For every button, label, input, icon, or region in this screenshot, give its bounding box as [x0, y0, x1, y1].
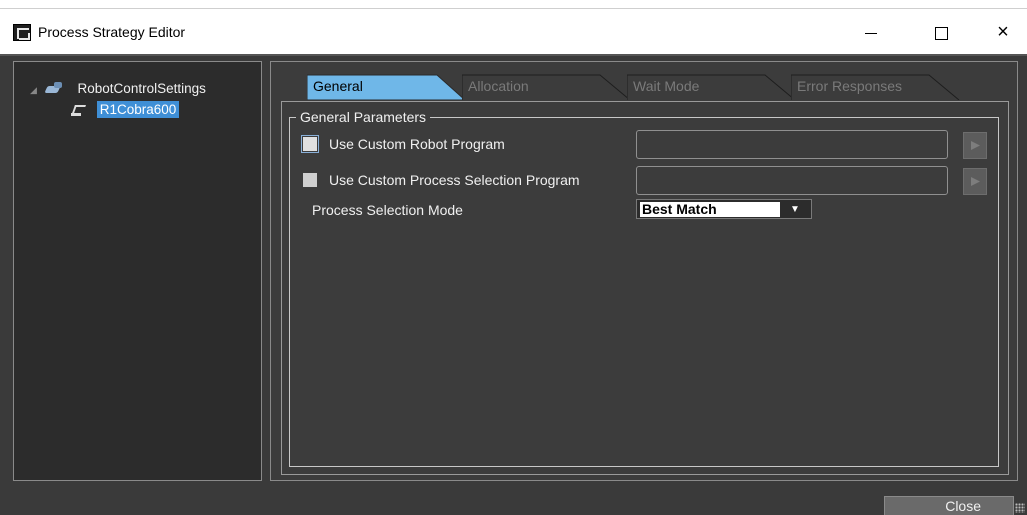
custom-process-selection-field[interactable]	[636, 166, 948, 195]
close-icon: ×	[997, 21, 1009, 43]
tab-error-responses[interactable]: Error Responses	[791, 74, 963, 100]
title-bar: Process Strategy Editor ×	[0, 8, 1027, 54]
custom-robot-program-row[interactable]: Use Custom Robot Program	[301, 135, 505, 153]
tab-label: Wait Mode	[633, 78, 700, 94]
resize-grip-icon[interactable]	[1015, 503, 1025, 513]
browse-robot-program-button[interactable]	[963, 132, 987, 159]
window-close-button[interactable]: ×	[980, 17, 1026, 47]
tab-content-general: General Parameters Use Custom Robot Prog…	[281, 101, 1009, 475]
gear-icon	[46, 82, 64, 94]
app-icon	[13, 24, 31, 41]
select-value: Best Match	[640, 202, 780, 217]
checkbox-label: Use Custom Robot Program	[329, 136, 505, 152]
custom-robot-program-field[interactable]	[636, 130, 948, 159]
tree-item-label: R1Cobra600	[96, 101, 180, 118]
process-selection-mode-label: Process Selection Mode	[312, 202, 463, 218]
editor-panel: General Allocation Wait Mode Error Respo…	[270, 61, 1018, 481]
custom-process-selection-checkbox[interactable]	[303, 173, 317, 187]
general-parameters-group: General Parameters Use Custom Robot Prog…	[289, 109, 999, 467]
tab-strip: General Allocation Wait Mode Error Respo…	[307, 74, 987, 100]
tree-item-robot-control-settings[interactable]: ◢ RobotControlSettings	[30, 81, 206, 96]
tree-item-label: RobotControlSettings	[77, 81, 206, 96]
maximize-button[interactable]	[918, 17, 964, 47]
tab-wait-mode[interactable]: Wait Mode	[627, 74, 799, 100]
close-button[interactable]: Close	[884, 496, 1014, 515]
tab-allocation[interactable]: Allocation	[462, 74, 634, 100]
tab-label: Error Responses	[797, 78, 903, 94]
tree-item-r1cobra600[interactable]: R1Cobra600	[71, 101, 180, 118]
client-area: ◢ RobotControlSettings R1Cobra600 Genera…	[0, 54, 1027, 515]
arrow-icon	[971, 141, 980, 150]
custom-robot-program-checkbox[interactable]	[301, 135, 319, 153]
settings-tree: ◢ RobotControlSettings R1Cobra600	[13, 61, 262, 481]
tab-label: Allocation	[468, 78, 529, 94]
process-selection-mode-select[interactable]: Best Match ▼	[636, 199, 812, 219]
tab-general[interactable]: General	[307, 74, 467, 100]
robot-arm-icon	[71, 102, 87, 116]
minimize-icon	[865, 32, 877, 34]
chevron-down-icon: ▼	[781, 202, 809, 217]
custom-process-selection-row[interactable]: Use Custom Process Selection Program	[303, 172, 580, 188]
browse-process-selection-button[interactable]	[963, 168, 987, 195]
minimize-button[interactable]	[848, 17, 894, 47]
arrow-icon	[971, 177, 980, 186]
window-title: Process Strategy Editor	[38, 24, 186, 40]
maximize-icon	[934, 26, 948, 40]
group-title: General Parameters	[296, 109, 431, 125]
checkbox-label: Use Custom Process Selection Program	[329, 172, 580, 188]
expander-icon[interactable]: ◢	[30, 85, 40, 96]
tab-label: General	[313, 78, 363, 94]
